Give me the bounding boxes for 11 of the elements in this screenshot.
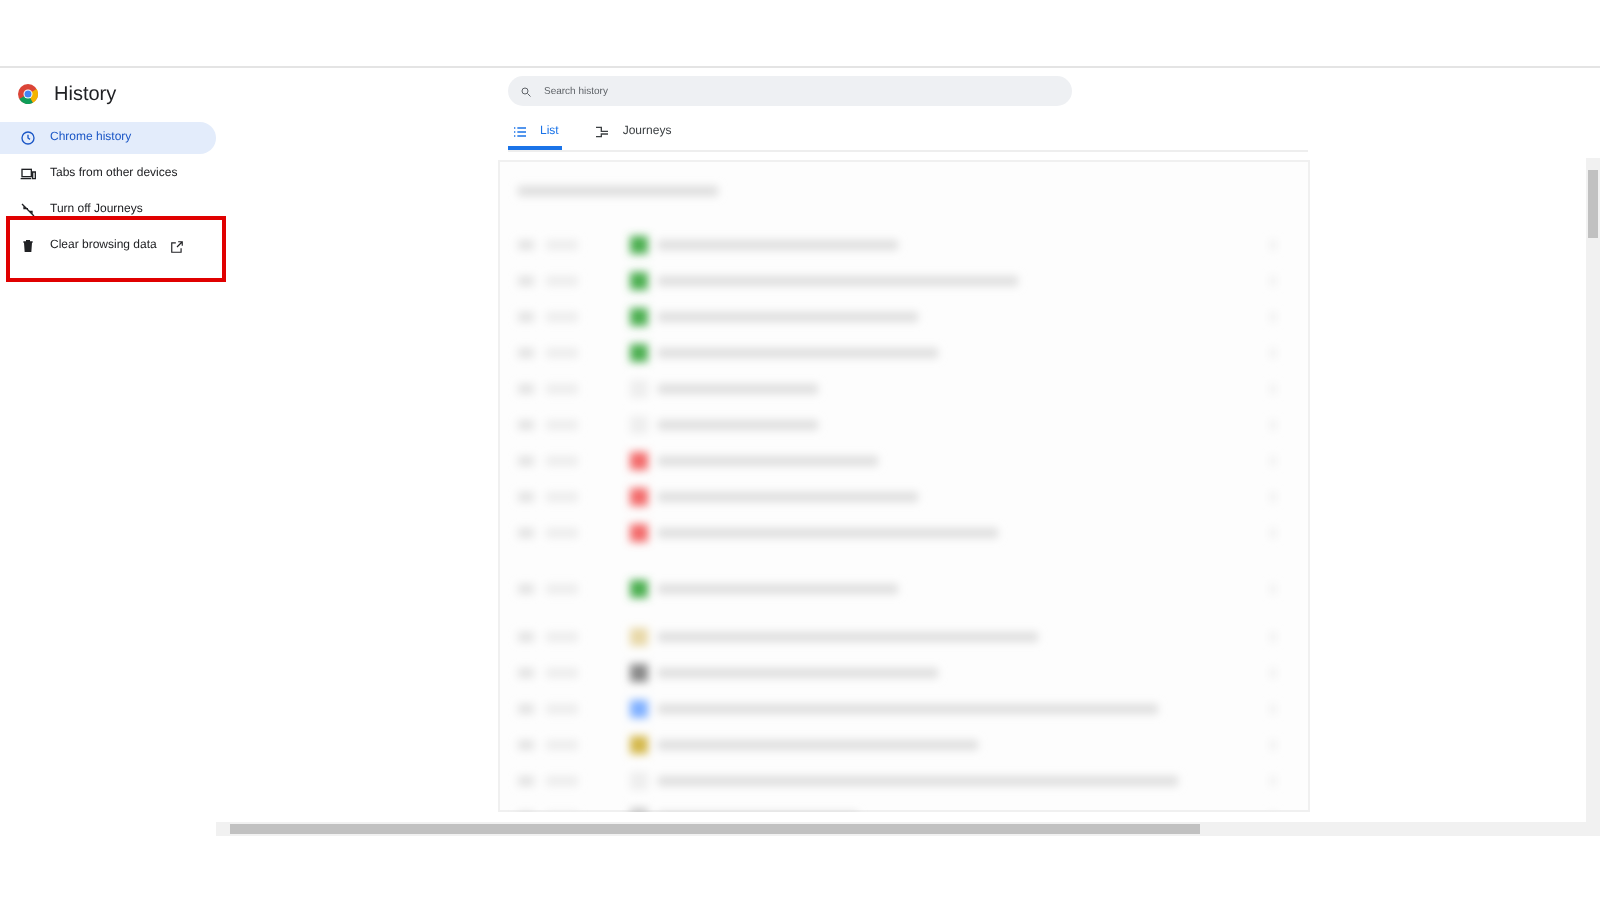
clock-icon xyxy=(20,130,36,146)
vertical-scrollbar[interactable] xyxy=(1586,158,1600,822)
horizontal-scrollbar[interactable] xyxy=(216,822,1600,836)
journeys-icon xyxy=(594,124,611,140)
journeys-off-icon xyxy=(20,202,36,218)
page-title: History xyxy=(54,83,117,105)
search-icon xyxy=(520,85,532,97)
trash-icon xyxy=(20,238,36,254)
list-icon xyxy=(512,124,528,140)
devices-icon xyxy=(20,166,36,182)
browser-logo-icon xyxy=(18,84,38,104)
